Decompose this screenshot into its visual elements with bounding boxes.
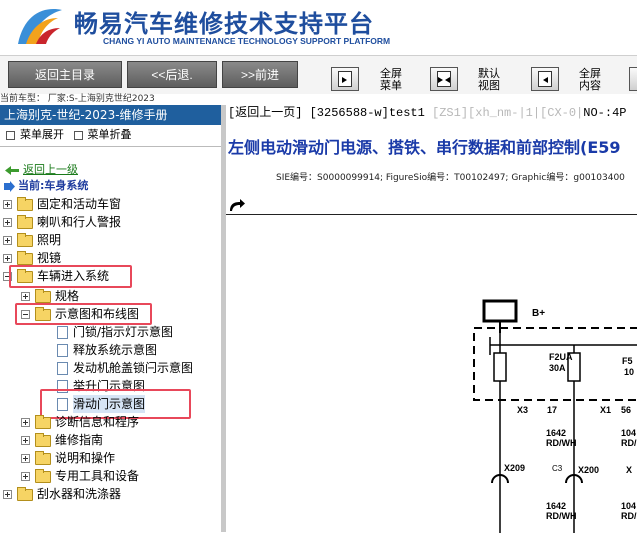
- wiring-diagram: B+ F2UA 30A F5 10 X3 17 X1 56 1642 RD/WH…: [226, 214, 637, 533]
- back-button[interactable]: <<后退.: [127, 61, 217, 88]
- fullscreen-menu-button[interactable]: [331, 67, 359, 91]
- svg-text:10: 10: [624, 367, 634, 377]
- doc-nav-bar: [返回上一页] [3256588-w]test1 [ZS1][xh_nm-|1|…: [228, 104, 637, 122]
- svg-text:1642: 1642: [546, 428, 566, 438]
- logo-icon: [14, 4, 66, 48]
- svg-text:30A: 30A: [549, 363, 566, 373]
- app-subtitle: CHANG YI AUTO MAINTENANCE TECHNOLOGY SUP…: [103, 36, 391, 46]
- expand-icon: [6, 130, 15, 140]
- folder-icon: [35, 451, 51, 465]
- folder-icon: [17, 251, 33, 265]
- svg-text:104: 104: [621, 428, 636, 438]
- svg-text:X1: X1: [600, 405, 611, 415]
- split-view-icon: [437, 71, 451, 87]
- collapse-menu-button[interactable]: 菜单折叠: [68, 128, 132, 141]
- svg-text:X: X: [626, 465, 632, 475]
- back-page-link[interactable]: [返回上一页]: [228, 106, 302, 120]
- svg-text:F2UA: F2UA: [549, 352, 573, 362]
- manual-title: 上海别克-世纪-2023-维修手册: [0, 105, 221, 125]
- svg-text:1642: 1642: [546, 501, 566, 511]
- doc-page: NO-:4P: [583, 106, 627, 120]
- fullscreen-content-button[interactable]: [531, 67, 559, 91]
- svg-text:17: 17: [547, 405, 557, 415]
- svg-text:C3: C3: [552, 464, 563, 473]
- battery-box: [482, 299, 518, 323]
- header: 畅易汽车维修技术支持平台 CHANG YI AUTO MAINTENANCE T…: [0, 0, 637, 55]
- fullscreen-content-label: 全屏 内容: [579, 67, 601, 92]
- svg-text:RD/: RD/: [621, 438, 637, 448]
- doc-id: [3256588-w]test1: [302, 106, 433, 120]
- svg-text:RD/WH: RD/WH: [546, 511, 577, 521]
- app-title: 畅易汽车维修技术支持平台: [74, 10, 374, 38]
- panel-icon: [338, 71, 352, 87]
- folder-icon: [17, 487, 33, 501]
- folder-icon: [17, 215, 33, 229]
- default-view-label: 默认 视图: [478, 67, 500, 92]
- folder-icon: [17, 233, 33, 247]
- document-title: 左侧电动滑动门电源、搭铁、串行数据和前部控制(E59: [228, 138, 621, 157]
- fuse-icon: [493, 352, 507, 382]
- sie-reference: SIE编号：S0000099914; FigureSio编号：T00102497…: [276, 173, 625, 183]
- folder-icon: [35, 415, 51, 429]
- folder-icon: [35, 433, 51, 447]
- expand-menu-button[interactable]: 菜单展开: [0, 128, 64, 141]
- return-arrow-icon[interactable]: [228, 198, 246, 215]
- collapse-icon: [73, 130, 83, 140]
- folder-icon: [35, 289, 51, 303]
- navigation-tree: 返回上一级 当前:车身系统 固定和活动车窗 喇叭和行人警报 照明 视镜 车辆进入…: [0, 146, 221, 533]
- highlight-box: [9, 265, 132, 288]
- svg-text:X209: X209: [504, 463, 525, 473]
- battery-label: B+: [532, 308, 545, 319]
- svg-text:104: 104: [621, 501, 636, 511]
- svg-text:RD/: RD/: [621, 511, 637, 521]
- highlight-box: [15, 303, 152, 325]
- back-arrow-icon: [5, 166, 19, 175]
- current-arrow-icon: [4, 181, 15, 192]
- folder-icon: [35, 469, 51, 483]
- model-status: 当前车型： 厂家:S-上海别克世纪2023: [0, 94, 155, 104]
- svg-text:F5: F5: [622, 356, 633, 366]
- svg-text:X200: X200: [578, 465, 599, 475]
- document-icon: [57, 362, 68, 375]
- svg-text:RD/WH: RD/WH: [546, 438, 577, 448]
- folder-icon: [17, 197, 33, 211]
- default-view-button[interactable]: [430, 67, 458, 91]
- panel-icon: [538, 71, 552, 87]
- document-icon: [57, 344, 68, 357]
- document-icon: [57, 326, 68, 339]
- doc-codes: [ZS1][xh_nm-|1|[CX-0|: [432, 106, 584, 120]
- forward-button[interactable]: >>前进: [222, 61, 298, 88]
- extra-toolbar-button[interactable]: [629, 67, 637, 91]
- svg-text:X3: X3: [517, 405, 528, 415]
- menu-controls: 菜单展开 菜单折叠: [0, 125, 221, 145]
- home-button[interactable]: 返回主目录: [8, 61, 122, 88]
- svg-text:56: 56: [621, 405, 631, 415]
- fullscreen-menu-label: 全屏 菜单: [380, 67, 402, 92]
